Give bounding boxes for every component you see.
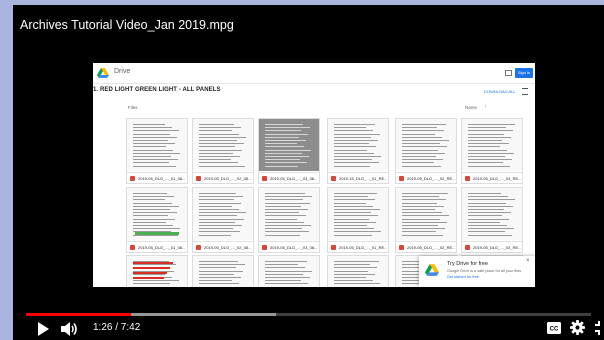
pdf-icon — [331, 176, 336, 181]
file-thumbnail — [193, 188, 253, 240]
svg-text:CC: CC — [550, 327, 559, 333]
file-thumbnail — [328, 119, 388, 171]
file-thumbnail — [127, 188, 187, 240]
folder-title: 1. RED LIGHT GREEN LIGHT - ALL PANELS — [93, 87, 221, 93]
file-tile[interactable] — [258, 255, 320, 287]
try-drive-promo: Try Drive for free Google Drive is a saf… — [419, 256, 535, 287]
file-thumbnail — [193, 256, 253, 287]
file-name: 2019-05_DLG_..._03_RE... — [473, 176, 522, 181]
file-tile[interactable]: 2019-05_DLG_..._01_08... — [126, 118, 188, 184]
file-name: 2019-15_DLG_..._01_RE... — [339, 176, 388, 181]
gear-icon[interactable] — [570, 320, 585, 335]
time-display: 1:26 / 7:42 — [93, 322, 141, 333]
file-thumbnail — [127, 119, 187, 171]
file-thumbnail — [462, 119, 522, 171]
file-tile[interactable]: 2019-05_DLG_..._03_RE... — [461, 118, 523, 184]
file-name: 2019-05_DLG_..._01_08... — [138, 245, 186, 250]
sort-arrow-icon[interactable]: ↑ — [484, 104, 487, 110]
drive-brand: Drive — [114, 68, 131, 75]
pdf-icon — [399, 245, 404, 250]
video-frame[interactable]: Drive Sign in 1. RED LIGHT GREEN LIGHT -… — [93, 63, 535, 287]
file-thumbnail — [259, 256, 319, 287]
file-name: 2019-05_DLG_..._01_RE... — [339, 245, 388, 250]
drive-header: Drive Sign in — [93, 63, 535, 84]
file-tile[interactable]: 2019-05_DLG_..._02_08... — [192, 187, 254, 253]
file-tile[interactable]: 2019-05_DLG_..._01_RE... — [327, 187, 389, 253]
file-thumbnail — [462, 188, 522, 240]
file-tile[interactable]: 2019-05_DLG_..._03_RE... — [461, 187, 523, 253]
file-name: 2019-05_DLG_..._02_08... — [204, 245, 252, 250]
play-icon[interactable] — [36, 321, 50, 337]
file-thumbnail — [396, 188, 456, 240]
file-thumbnail — [193, 119, 253, 171]
file-name: 2019-05_DLG_..._03_08... — [270, 176, 318, 181]
video-title: Archives Tutorial Video_Jan 2019.mpg — [20, 18, 234, 32]
file-tile[interactable]: 2019-05_DLG_..._02_RE... — [395, 187, 457, 253]
close-icon[interactable]: × — [526, 258, 530, 264]
file-name: 2019-05_DLG_..._01_08... — [138, 176, 186, 181]
progress-bar[interactable] — [26, 313, 591, 316]
pdf-icon — [196, 176, 201, 181]
pdf-icon — [196, 245, 201, 250]
file-name: 2019-05_DLG_..._02_RE... — [407, 176, 456, 181]
file-tile[interactable] — [126, 255, 188, 287]
pdf-icon — [130, 245, 135, 250]
file-tile[interactable]: 2019-05_DLG_..._02_08... — [192, 118, 254, 184]
file-name: 2019-05_DLG_..._03_RE... — [473, 245, 522, 250]
google-drive-logo-icon — [425, 264, 439, 276]
file-thumbnail — [328, 256, 388, 287]
pdf-icon — [465, 176, 470, 181]
promo-text: Google Drive is a safe place for all you… — [447, 269, 522, 273]
promo-link[interactable]: Get started for free — [447, 275, 479, 279]
name-sort-header[interactable]: Name — [465, 105, 477, 110]
file-tile[interactable]: 2019-05_DLG_..._03_08... — [258, 187, 320, 253]
promo-title: Try Drive for free — [447, 261, 489, 267]
file-thumbnail — [396, 119, 456, 171]
file-thumbnail — [127, 256, 187, 287]
file-tile[interactable]: 2019-05_DLG_..._02_RE... — [395, 118, 457, 184]
file-thumbnail — [259, 188, 319, 240]
download-all-button[interactable]: DOWNLOAD ALL — [484, 89, 516, 94]
files-header: Files — [128, 105, 138, 110]
volume-icon[interactable] — [60, 321, 78, 337]
video-player[interactable]: Archives Tutorial Video_Jan 2019.mpg Dri… — [13, 5, 604, 340]
list-view-icon[interactable] — [522, 88, 528, 95]
file-tile[interactable]: 2019-05_DLG_..._03_08... — [258, 118, 320, 184]
pdf-icon — [262, 176, 267, 181]
pdf-icon — [331, 245, 336, 250]
google-drive-logo-icon — [97, 68, 109, 78]
file-name: 2019-05_DLG_..._02_RE... — [407, 245, 456, 250]
sign-in-button[interactable]: Sign in — [515, 68, 533, 78]
pdf-icon — [399, 176, 404, 181]
file-tile[interactable] — [192, 255, 254, 287]
file-thumbnail — [259, 119, 319, 171]
pdf-icon — [262, 245, 267, 250]
grid-view-icon[interactable] — [505, 70, 512, 76]
file-tile[interactable]: 2019-15_DLG_..._01_RE... — [327, 118, 389, 184]
file-name: 2019-05_DLG_..._02_08... — [204, 176, 252, 181]
exit-fullscreen-icon[interactable] — [595, 321, 604, 335]
file-name: 2019-05_DLG_..._03_08... — [270, 245, 318, 250]
file-tile[interactable] — [327, 255, 389, 287]
progress-played — [26, 313, 132, 316]
pdf-icon — [130, 176, 135, 181]
pdf-icon — [465, 245, 470, 250]
captions-icon[interactable]: CC — [547, 322, 561, 334]
file-thumbnail — [328, 188, 388, 240]
file-tile[interactable]: 2019-05_DLG_..._01_08... — [126, 187, 188, 253]
